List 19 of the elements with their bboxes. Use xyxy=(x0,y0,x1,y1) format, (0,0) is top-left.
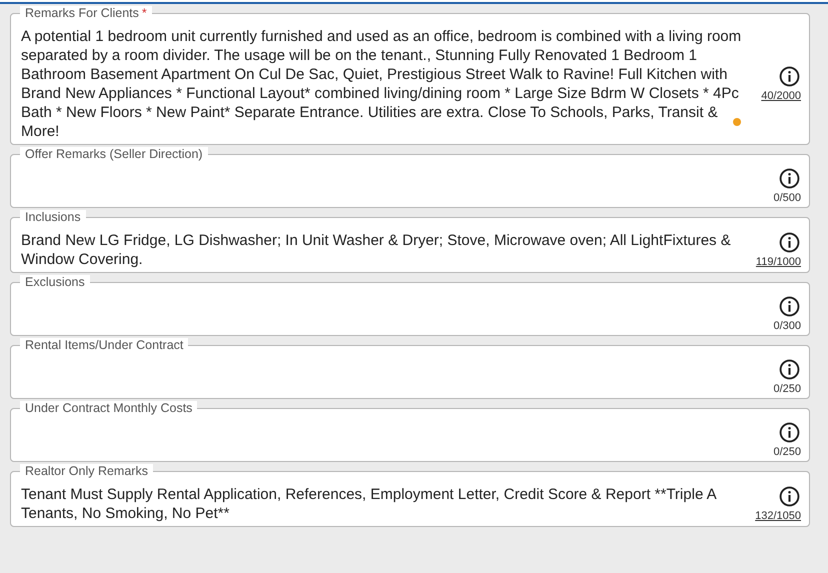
info-icon[interactable] xyxy=(779,486,800,507)
info-icon[interactable] xyxy=(779,232,800,253)
character-counter: 0/300 xyxy=(773,320,801,332)
field-value: Tenant Must Supply Rental Application, References, Employment Letter, Credit Score & Report **Triple A Tenants, No Smoking, No Pet** xyxy=(21,485,718,523)
character-counter: 0/250 xyxy=(773,383,801,395)
required-asterisk: * xyxy=(142,6,147,20)
info-icon[interactable] xyxy=(779,359,800,380)
info-icon[interactable] xyxy=(779,296,800,317)
character-counter: 0/500 xyxy=(773,192,801,204)
field-value: A potential 1 bedroom unit currently furnished and used as an office, bedroom is combined with a living room separated by a room divider. The usage will be on the tenant., Stunning Fully Renovated 1 Bedroom 1 Bathroom Basement Apartment On Cul De Sac, Quiet, Prestigious Street Walk to Ravine! Full Kitchen with Brand New Appliances * Functional Layout* combined living/dining room * Large Size Bdrm W Closets * 4Pc Bath * New Floors * New Paint* Separate Entrance. Utilities are extra. Close To Schools, Parks, Transit & More! xyxy=(21,27,742,141)
character-counter: 119/1000 xyxy=(756,256,801,268)
character-counter: 132/1050 xyxy=(755,510,801,522)
info-icon[interactable] xyxy=(779,66,800,87)
info-icon[interactable] xyxy=(779,168,800,189)
info-icon[interactable] xyxy=(779,422,800,443)
field-value: Brand New LG Fridge, LG Dishwasher; In Unit Washer & Dryer; Stove, Microwave oven; All LightFixtures & Window Covering. xyxy=(21,231,732,269)
character-counter: 40/2000 xyxy=(761,90,801,102)
field-label: Remarks For Clients xyxy=(25,6,139,20)
character-counter: 0/250 xyxy=(773,446,801,458)
